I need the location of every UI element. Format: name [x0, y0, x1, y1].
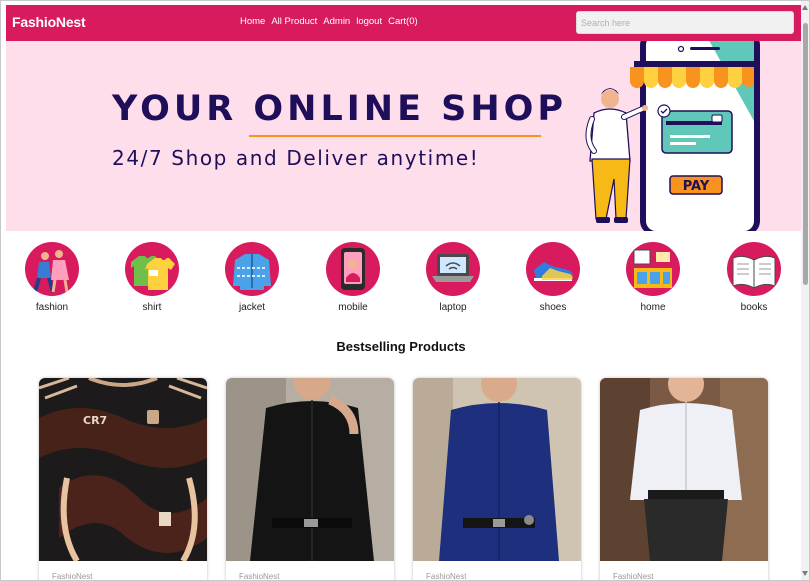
category-laptop[interactable]: laptop: [418, 242, 488, 313]
product-card[interactable]: CR7 FashioNest: [39, 378, 207, 581]
nav-link-admin[interactable]: Admin: [323, 16, 350, 27]
category-label: home: [640, 302, 666, 313]
product-image-jersey: CR7: [39, 378, 207, 561]
category-shirt[interactable]: shirt: [117, 242, 187, 313]
navbar: FashioNest Home All Product Admin logout…: [6, 5, 801, 41]
hero-banner: YOUR ONLINE SHOP 24/7 Shop and Deliver a…: [6, 41, 801, 231]
svg-text:CR7: CR7: [83, 414, 107, 427]
category-label: mobile: [338, 302, 368, 313]
hero-title: YOUR ONLINE SHOP: [112, 89, 568, 129]
category-mobile[interactable]: mobile: [318, 242, 388, 313]
category-label: jacket: [238, 302, 266, 313]
category-label: fashion: [35, 302, 69, 313]
category-home[interactable]: home: [618, 242, 688, 313]
home-icon: [626, 242, 680, 296]
product-brand: FashioNest: [52, 572, 93, 581]
search-input[interactable]: [576, 11, 794, 34]
hero-underline: [249, 135, 541, 137]
page: FashioNest Home All Product Admin logout…: [0, 0, 810, 581]
scroll-up-arrow-icon[interactable]: [802, 5, 808, 10]
product-card[interactable]: FashioNest: [226, 378, 394, 581]
shoes-icon: [526, 242, 580, 296]
category-jacket[interactable]: jacket: [217, 242, 287, 313]
mobile-icon: [326, 242, 380, 296]
hero-subtitle: 24/7 Shop and Deliver anytime!: [112, 146, 480, 170]
category-label: shirt: [142, 302, 162, 313]
product-brand: FashioNest: [613, 572, 654, 581]
scrollbar[interactable]: [801, 1, 809, 580]
product-card[interactable]: FashioNest: [413, 378, 581, 581]
shirt-icon: [125, 242, 179, 296]
category-label: laptop: [439, 302, 467, 313]
category-label: shoes: [539, 302, 567, 313]
shop-illustration: PAY: [585, 41, 760, 231]
category-label: books: [740, 302, 768, 313]
scroll-thumb[interactable]: [803, 23, 808, 285]
jacket-icon: [225, 242, 279, 296]
product-brand: FashioNest: [426, 572, 467, 581]
scroll-down-arrow-icon[interactable]: [802, 571, 808, 576]
product-image-black-shirt: [226, 378, 394, 561]
product-card[interactable]: FashioNest: [600, 378, 768, 581]
nav-link-all-product[interactable]: All Product: [271, 16, 317, 27]
pay-label: PAY: [683, 179, 710, 194]
nav-links: Home All Product Admin logout Cart(0): [240, 16, 424, 27]
section-title: Bestselling Products: [336, 339, 466, 354]
product-brand: FashioNest: [239, 572, 280, 581]
category-fashion[interactable]: fashion: [17, 242, 87, 313]
product-image-white-shirt: [600, 378, 768, 561]
category-books[interactable]: books: [719, 242, 789, 313]
fashion-icon: [25, 242, 79, 296]
brand-logo[interactable]: FashioNest: [12, 14, 86, 30]
category-shoes[interactable]: shoes: [518, 242, 588, 313]
nav-link-cart[interactable]: Cart(0): [388, 16, 418, 27]
product-image-navy-shirt: [413, 378, 581, 561]
nav-link-logout[interactable]: logout: [356, 16, 382, 27]
laptop-icon: [426, 242, 480, 296]
nav-link-home[interactable]: Home: [240, 16, 265, 27]
books-icon: [727, 242, 781, 296]
